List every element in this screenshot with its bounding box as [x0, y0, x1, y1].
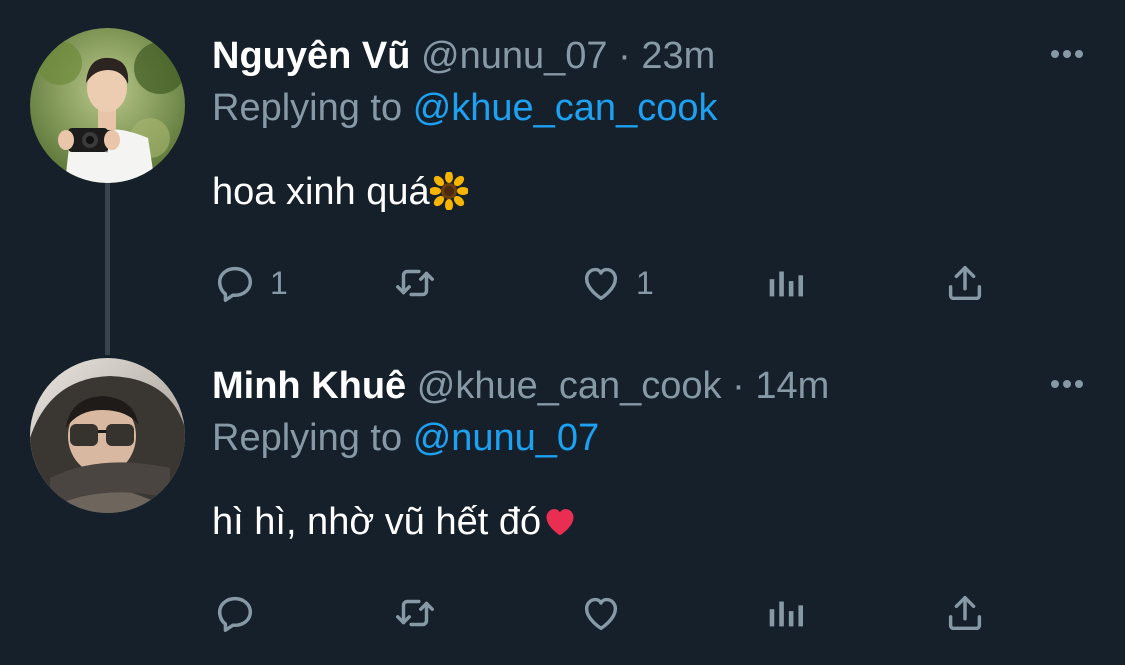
- share-button[interactable]: [942, 588, 988, 638]
- avatar-photo-minh-khue: [30, 358, 185, 513]
- tweet-header: Nguyên Vũ @nunu_07 · 23m: [212, 34, 715, 78]
- share-button[interactable]: [942, 258, 988, 308]
- sunflower-emoji-icon: [428, 171, 469, 220]
- reply-button[interactable]: [212, 588, 270, 638]
- heart-icon: [584, 597, 618, 631]
- more-dots-icon: [1051, 50, 1083, 58]
- replying-to-label: Replying to: [212, 87, 403, 129]
- mention-link[interactable]: @nunu_07: [413, 417, 600, 459]
- tweet[interactable]: Nguyên Vũ @nunu_07 · 23m Replying to @kh…: [0, 0, 1125, 330]
- separator-dot: ·: [618, 35, 631, 77]
- tweet-text: hì hì, nhờ vũ hết đó: [212, 500, 579, 550]
- separator-dot: ·: [732, 365, 745, 407]
- replying-to: Replying to @khue_can_cook: [212, 86, 717, 130]
- retweet-button[interactable]: [392, 258, 450, 308]
- tweet-actions: [212, 588, 1012, 638]
- display-name[interactable]: Nguyên Vũ: [212, 35, 410, 77]
- replying-to: Replying to @nunu_07: [212, 416, 599, 460]
- user-handle[interactable]: @nunu_07: [421, 35, 608, 77]
- replying-to-label: Replying to: [212, 417, 403, 459]
- reply-icon: [217, 596, 253, 632]
- more-dots-icon: [1051, 380, 1083, 388]
- user-handle[interactable]: @khue_can_cook: [417, 365, 722, 407]
- analytics-button[interactable]: [762, 258, 808, 308]
- like-button[interactable]: 1: [578, 258, 654, 308]
- analytics-icon: [769, 601, 804, 627]
- timestamp[interactable]: 14m: [755, 365, 829, 407]
- share-icon: [948, 265, 982, 301]
- avatar[interactable]: [30, 358, 185, 513]
- mention-link[interactable]: @khue_can_cook: [413, 87, 718, 129]
- retweet-button[interactable]: [392, 588, 450, 638]
- retweet-icon: [396, 269, 434, 297]
- share-icon: [948, 595, 982, 631]
- avatar-photo-nguyen-vu: [30, 28, 185, 183]
- like-count: 1: [636, 264, 654, 301]
- tweet-header: Minh Khuê @khue_can_cook · 14m: [212, 364, 829, 408]
- avatar[interactable]: [30, 28, 185, 183]
- more-options-button[interactable]: [1047, 372, 1087, 396]
- analytics-icon: [769, 271, 804, 297]
- display-name[interactable]: Minh Khuê: [212, 365, 406, 407]
- red-heart-emoji-icon: [541, 502, 579, 550]
- tweet-body: hoa xinh quá: [212, 171, 430, 213]
- like-button[interactable]: [578, 588, 636, 638]
- retweet-icon: [396, 599, 434, 627]
- reply-icon: [217, 266, 253, 302]
- analytics-button[interactable]: [762, 588, 808, 638]
- heart-icon: [584, 267, 618, 301]
- more-options-button[interactable]: [1047, 42, 1087, 66]
- tweet[interactable]: Minh Khuê @khue_can_cook · 14m Replying …: [0, 330, 1125, 665]
- tweet-actions: 1 1: [212, 258, 1012, 308]
- timestamp[interactable]: 23m: [641, 35, 715, 77]
- reply-count: 1: [270, 264, 288, 301]
- tweet-text: hoa xinh quá: [212, 170, 469, 220]
- tweet-body: hì hì, nhờ vũ hết đó: [212, 501, 542, 543]
- reply-button[interactable]: 1: [212, 258, 288, 308]
